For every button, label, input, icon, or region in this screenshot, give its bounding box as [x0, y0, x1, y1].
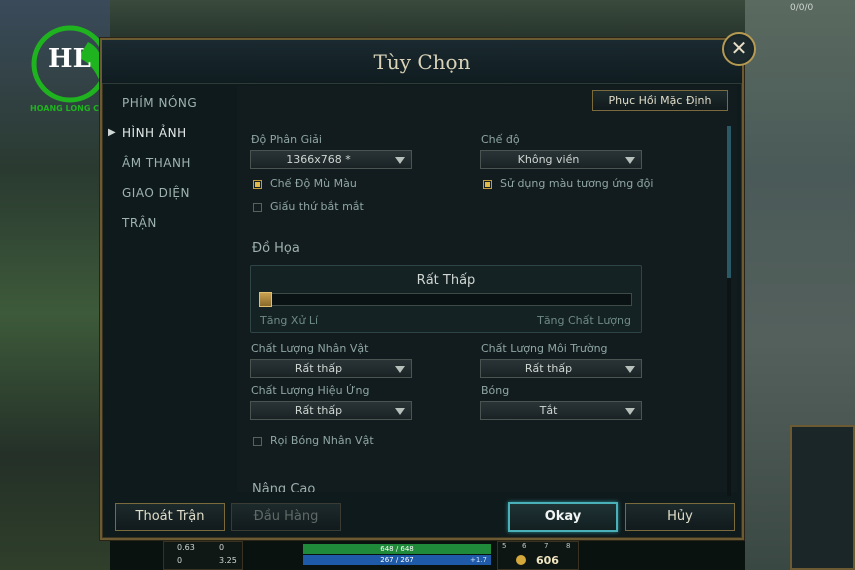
sidebar-item-interface[interactable]: GIAO DIỆN: [122, 186, 190, 200]
stat-armor: 0: [219, 543, 225, 552]
effects-quality-label: Chất Lượng Hiệu Ứng: [251, 384, 370, 397]
content-scrollbar[interactable]: [727, 126, 731, 496]
options-window: Tùy Chọn ✕ PHÍM NÓNG ▶ HÌNH ẢNH ÂM THANH…: [100, 32, 756, 540]
effects-quality-dropdown[interactable]: Rất thấp: [250, 401, 412, 420]
stats-panel: 0.63 0 0 3.25: [163, 541, 243, 570]
resolution-value: 1366x768 *: [286, 153, 351, 166]
environment-quality-dropdown[interactable]: Rất thấp: [480, 359, 642, 378]
character-quality-label: Chất Lượng Nhân Vật: [251, 342, 369, 355]
sidebar-item-sound[interactable]: ÂM THANH: [122, 156, 191, 170]
scrollbar-thumb[interactable]: [727, 126, 731, 278]
graphics-level-text: Rất Thấp: [416, 273, 476, 288]
team-colors-checkbox[interactable]: [483, 180, 492, 189]
item-panel: 5 6 7 8 606: [497, 541, 579, 570]
character-quality-value: Rất thấp: [294, 362, 343, 375]
game-background-top: [110, 0, 745, 40]
sidebar-item-hotkeys[interactable]: PHÍM NÓNG: [122, 96, 197, 110]
close-button[interactable]: ✕: [722, 32, 756, 66]
gold-amount: 606: [536, 554, 559, 567]
level-mark-7: 7: [544, 542, 549, 550]
colorblind-checkbox[interactable]: [253, 180, 262, 189]
mode-label: Chế độ: [481, 133, 520, 146]
graphics-slider-track[interactable]: [260, 293, 632, 306]
slider-right-hint: Tăng Chất Lượng: [537, 314, 631, 327]
environment-quality-value: Rất thấp: [524, 362, 573, 375]
chevron-down-icon: [395, 408, 405, 415]
health-bar: 648 / 648: [303, 544, 491, 554]
window-mode-dropdown[interactable]: Không viền: [480, 150, 642, 169]
quit-game-button[interactable]: Thoát Trận: [115, 503, 225, 531]
level-mark-8: 8: [566, 542, 571, 550]
team-colors-label: Sử dụng màu tương ứng đội: [500, 177, 654, 190]
minimap[interactable]: [790, 425, 855, 570]
kda-stat: 0/0/0: [790, 3, 814, 13]
character-inking-checkbox[interactable]: [253, 437, 262, 446]
stat-move-speed: 3.25: [219, 556, 237, 565]
hide-eye-candy-label: Giấu thứ bắt mắt: [270, 200, 364, 213]
close-icon: ✕: [730, 36, 748, 60]
restore-defaults-button[interactable]: Phục Hồi Mặc Định: [592, 90, 728, 111]
okay-button[interactable]: Okay: [508, 502, 618, 532]
stat-crit: 0: [177, 556, 183, 565]
slider-left-hint: Tăng Xử Lí: [260, 314, 319, 327]
window-mode-value: Không viền: [517, 153, 580, 166]
shadows-value: Tắt: [539, 404, 558, 417]
shadows-dropdown[interactable]: Tắt: [480, 401, 642, 420]
gold-icon: [516, 555, 526, 565]
graphics-section-title: Đồ Họa: [252, 241, 300, 256]
cancel-button[interactable]: Hủy: [625, 503, 735, 531]
sidebar-item-video[interactable]: HÌNH ẢNH: [122, 126, 187, 140]
settings-sidebar: PHÍM NÓNG ▶ HÌNH ẢNH ÂM THANH GIAO DIỆN …: [102, 84, 237, 494]
hide-eye-candy-checkbox[interactable]: [253, 203, 262, 212]
resource-bars: 648 / 648 267 / 267 +1.7: [303, 541, 491, 570]
advanced-section-title: Nâng Cao: [252, 482, 316, 492]
chevron-down-icon: [625, 366, 635, 373]
shadows-label: Bóng: [481, 384, 510, 397]
colorblind-label: Chế Độ Mù Màu: [270, 177, 357, 190]
active-arrow-icon: ▶: [108, 127, 116, 138]
resolution-dropdown[interactable]: 1366x768 *: [250, 150, 412, 169]
mana-regen: +1.7: [470, 556, 487, 564]
level-mark-6: 6: [522, 542, 527, 550]
chevron-down-icon: [625, 157, 635, 164]
sidebar-item-game[interactable]: TRẬN: [122, 216, 157, 230]
logo-letters: HL: [48, 44, 91, 74]
character-quality-dropdown[interactable]: Rất thấp: [250, 359, 412, 378]
level-mark-5: 5: [502, 542, 507, 550]
mana-bar: 267 / 267 +1.7: [303, 555, 491, 565]
health-text: 648 / 648: [380, 545, 414, 553]
resolution-label: Độ Phân Giải: [251, 133, 322, 146]
chevron-down-icon: [395, 366, 405, 373]
window-title: Tùy Chọn: [373, 50, 471, 74]
effects-quality-value: Rất thấp: [294, 404, 343, 417]
environment-quality-label: Chất Lượng Môi Trường: [481, 342, 608, 355]
stat-attack-speed: 0.63: [177, 543, 195, 552]
graphics-quality-box: Rất Thấp Tăng Xử Lí Tăng Chất Lượng: [250, 265, 642, 333]
character-inking-label: Rọi Bóng Nhân Vật: [270, 434, 374, 447]
title-bar: Tùy Chọn: [102, 40, 742, 84]
chevron-down-icon: [625, 408, 635, 415]
chevron-down-icon: [395, 157, 405, 164]
surrender-button[interactable]: Đầu Hàng: [231, 503, 341, 531]
graphics-slider-handle[interactable]: [259, 292, 272, 307]
video-settings-panel: Phục Hồi Mặc Định Độ Phân Giải 1366x768 …: [237, 86, 737, 492]
mana-text: 267 / 267: [380, 556, 414, 564]
